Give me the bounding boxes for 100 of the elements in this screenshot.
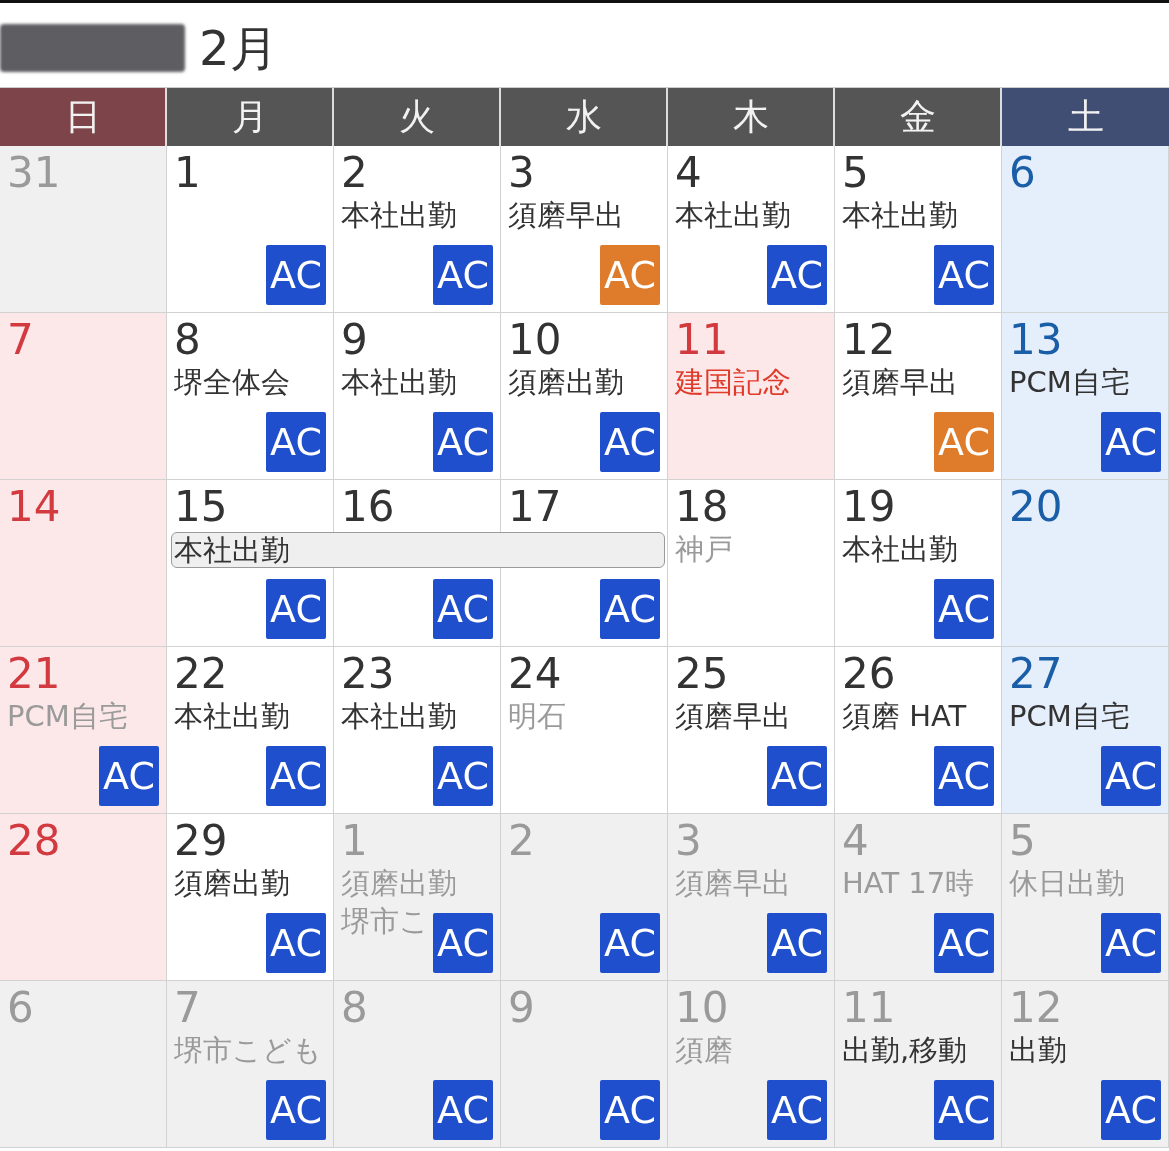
day-cell[interactable]: 2 本社出勤 AC <box>334 146 501 313</box>
day-cell[interactable]: 13 PCM自宅 AC <box>1002 313 1169 480</box>
status-badge: AC <box>99 746 159 806</box>
day-number: 14 <box>7 484 61 530</box>
status-badge: AC <box>266 245 326 305</box>
weekday-header: 金 <box>835 88 1002 146</box>
day-number: 10 <box>508 317 562 363</box>
day-number: 4 <box>675 150 702 196</box>
event-text: 神戸 <box>675 531 733 568</box>
day-cell[interactable]: 9 AC <box>501 981 668 1148</box>
day-number: 12 <box>1009 985 1063 1031</box>
event-text: 出勤,移動 <box>842 1032 968 1069</box>
event-bar[interactable]: 本社出勤 <box>171 532 665 568</box>
day-number: 28 <box>7 818 61 864</box>
day-cell[interactable]: 23 本社出勤 AC <box>334 647 501 814</box>
day-cell[interactable]: 25 須磨早出 AC <box>668 647 835 814</box>
day-cell[interactable]: 20 <box>1002 480 1169 647</box>
day-cell[interactable]: 19 本社出勤 AC <box>835 480 1002 647</box>
day-cell[interactable]: 28 <box>0 814 167 981</box>
status-badge: AC <box>1101 913 1161 973</box>
status-badge: AC <box>433 746 493 806</box>
status-badge: AC <box>600 1080 660 1140</box>
day-cell[interactable]: 27 PCM自宅 AC <box>1002 647 1169 814</box>
day-number: 11 <box>842 985 896 1031</box>
day-cell[interactable]: 1 AC <box>167 146 334 313</box>
day-number: 23 <box>341 651 395 697</box>
day-number: 31 <box>7 150 61 196</box>
day-cell[interactable]: 11 出勤,移動 AC <box>835 981 1002 1148</box>
day-cell[interactable]: 5 休日出勤 AC <box>1002 814 1169 981</box>
day-cell[interactable]: 12 出勤 AC <box>1002 981 1169 1148</box>
weekday-header: 月 <box>167 88 334 146</box>
event-text: 須磨出勤 <box>341 865 457 902</box>
day-cell[interactable]: 12 須磨早出 AC <box>835 313 1002 480</box>
day-number: 25 <box>675 651 729 697</box>
day-cell[interactable]: 2 AC <box>501 814 668 981</box>
day-number: 12 <box>842 317 896 363</box>
day-cell[interactable]: 10 須磨出勤 AC <box>501 313 668 480</box>
day-cell[interactable]: 4 HAT 17時 AC <box>835 814 1002 981</box>
status-badge: AC <box>600 579 660 639</box>
event-text: 堺市こ <box>341 903 429 940</box>
day-number: 20 <box>1009 484 1063 530</box>
day-cell[interactable]: 8 AC <box>334 981 501 1148</box>
event-text: 須磨早出 <box>675 865 791 902</box>
event-text: 須磨 HAT <box>842 698 967 735</box>
event-text: 堺市こども <box>174 1032 322 1069</box>
weekday-header: 日 <box>0 88 167 146</box>
status-badge: AC <box>1101 746 1161 806</box>
event-text: 休日出勤 <box>1009 865 1125 902</box>
day-number: 19 <box>842 484 896 530</box>
event-text: 須磨出勤 <box>174 865 290 902</box>
day-cell[interactable]: 5 本社出勤 AC <box>835 146 1002 313</box>
day-cell[interactable]: 24 明石 <box>501 647 668 814</box>
day-cell[interactable]: 29 須磨出勤 AC <box>167 814 334 981</box>
weekday-header: 木 <box>668 88 835 146</box>
day-number: 2 <box>341 150 368 196</box>
event-text: 須磨出勤 <box>508 364 624 401</box>
event-text: PCM自宅 <box>1009 698 1130 735</box>
event-text: 本社出勤 <box>842 197 958 234</box>
day-cell[interactable]: 7 堺市こども AC <box>167 981 334 1148</box>
status-badge: AC <box>934 412 994 472</box>
day-number: 29 <box>174 818 228 864</box>
event-text: 本社出勤 <box>341 698 457 735</box>
day-cell[interactable]: 22 本社出勤 AC <box>167 647 334 814</box>
day-cell[interactable]: 6 <box>1002 146 1169 313</box>
day-cell[interactable]: 3 須磨早出 AC <box>501 146 668 313</box>
day-cell[interactable]: 11 建国記念 <box>668 313 835 480</box>
status-badge: AC <box>600 245 660 305</box>
day-cell[interactable]: 10 須磨 AC <box>668 981 835 1148</box>
event-text: 本社出勤 <box>675 197 791 234</box>
day-cell[interactable]: 21 PCM自宅 AC <box>0 647 167 814</box>
status-badge: AC <box>934 1080 994 1140</box>
status-badge: AC <box>433 245 493 305</box>
status-badge: AC <box>767 245 827 305</box>
day-number: 8 <box>341 985 368 1031</box>
day-cell[interactable]: 8 堺全体会 AC <box>167 313 334 480</box>
day-number: 13 <box>1009 317 1063 363</box>
day-number: 7 <box>7 317 34 363</box>
day-cell[interactable]: 1 須磨出勤 堺市こ AC <box>334 814 501 981</box>
event-text: 須磨早出 <box>508 197 624 234</box>
status-badge: AC <box>934 746 994 806</box>
status-badge: AC <box>767 1080 827 1140</box>
weekday-header: 土 <box>1002 88 1169 146</box>
day-number: 11 <box>675 317 729 363</box>
day-cell[interactable]: 3 須磨早出 AC <box>668 814 835 981</box>
event-text: 須磨 <box>675 1032 733 1069</box>
day-cell[interactable]: 18 神戸 <box>668 480 835 647</box>
status-badge: AC <box>266 412 326 472</box>
day-number: 17 <box>508 484 562 530</box>
day-cell[interactable]: 9 本社出勤 AC <box>334 313 501 480</box>
day-cell[interactable]: 4 本社出勤 AC <box>668 146 835 313</box>
day-cell[interactable]: 26 須磨 HAT AC <box>835 647 1002 814</box>
day-cell[interactable]: 14 <box>0 480 167 647</box>
day-number: 26 <box>842 651 896 697</box>
event-text: 須磨早出 <box>842 364 958 401</box>
day-number: 18 <box>675 484 729 530</box>
event-text: 本社出勤 <box>341 364 457 401</box>
event-text: 本社出勤 <box>842 531 958 568</box>
status-badge: AC <box>433 412 493 472</box>
day-cell[interactable]: 7 <box>0 313 167 480</box>
status-badge: AC <box>767 913 827 973</box>
